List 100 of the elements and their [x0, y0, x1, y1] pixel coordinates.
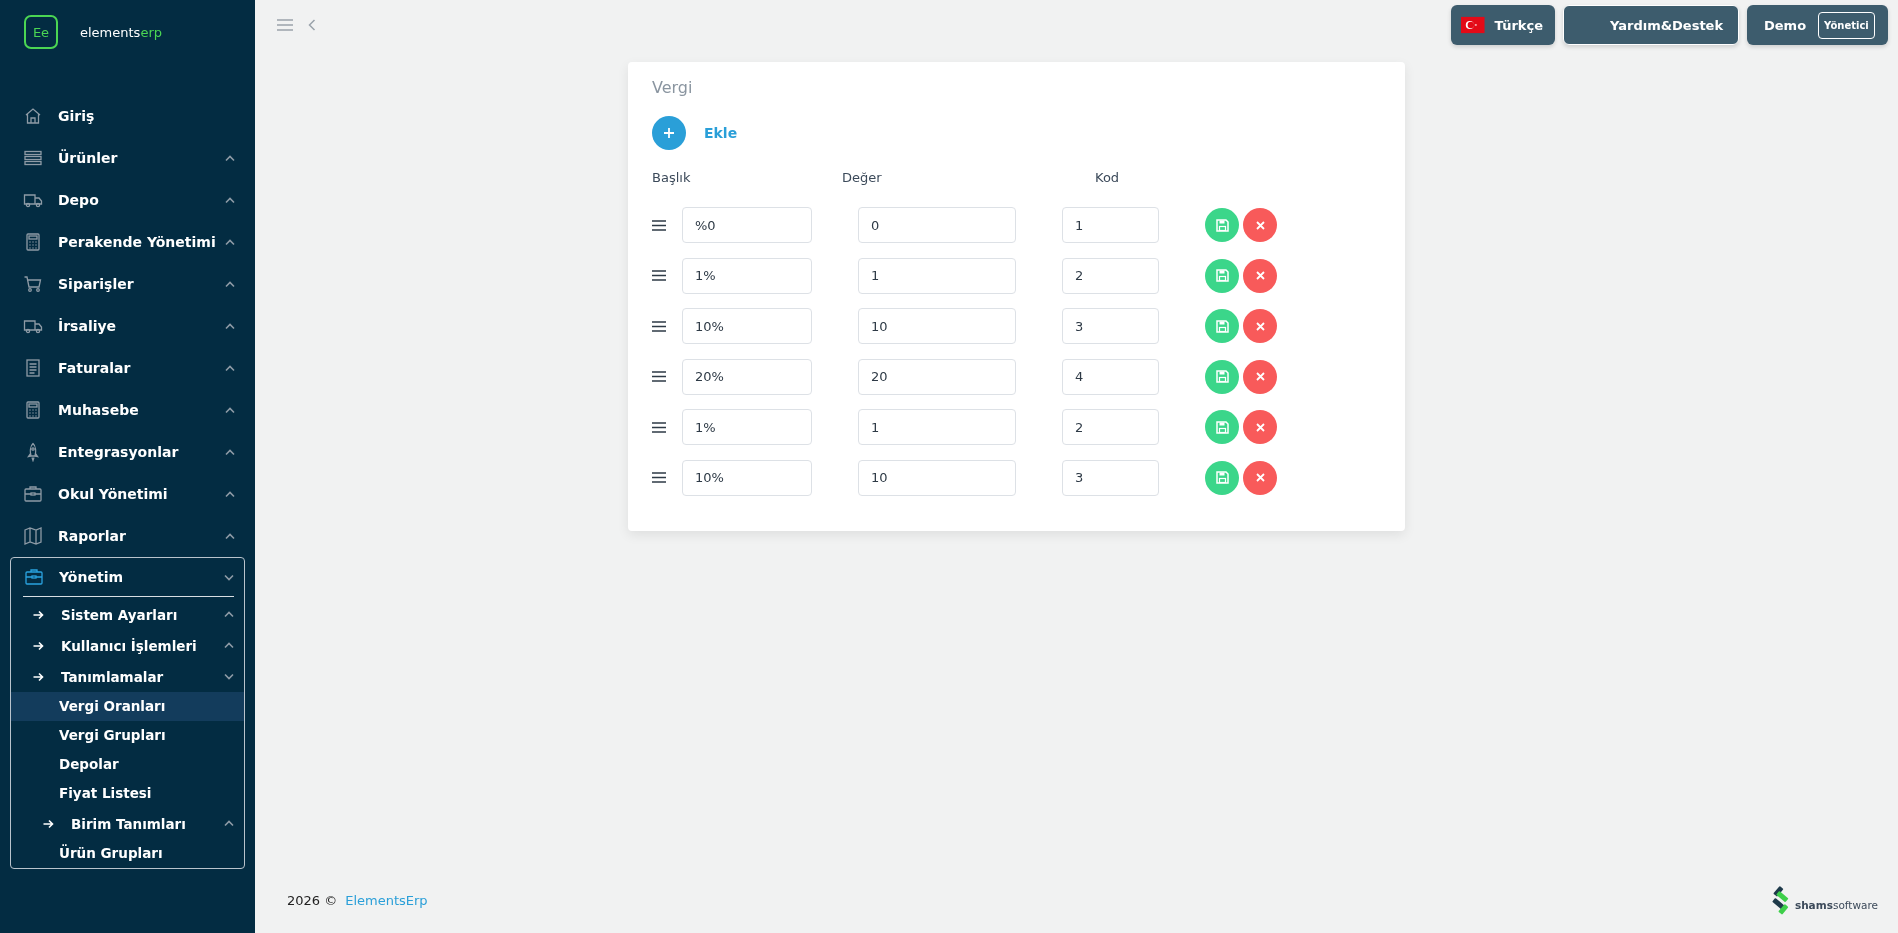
drag-handle-icon[interactable] — [652, 421, 666, 433]
title-input[interactable]: 10% — [682, 308, 812, 345]
logo-text: elementserp — [80, 25, 162, 40]
title-input[interactable]: 20% — [682, 358, 812, 395]
delete-button[interactable] — [1243, 359, 1277, 394]
arrow-right-icon — [33, 640, 44, 651]
menu-item[interactable]: Okul Yönetimi — [10, 473, 245, 515]
close-icon — [1255, 473, 1265, 483]
menu-link[interactable]: Fiyat Listesi — [11, 779, 244, 808]
column-header: Başlık — [652, 170, 692, 187]
value-input[interactable]: 1 — [858, 409, 1016, 446]
save-button[interactable] — [1205, 258, 1239, 293]
menu-item[interactable]: Ürünler — [10, 137, 245, 179]
user-name: Demo — [1764, 17, 1807, 33]
arrow-right-icon — [43, 818, 54, 829]
drag-handle-icon[interactable] — [652, 270, 666, 282]
chevron-up-icon — [224, 611, 234, 618]
chevron-up-icon — [224, 820, 234, 827]
role-button[interactable]: Yönetici — [1818, 11, 1875, 39]
brand-name: shamssoftware — [1794, 899, 1878, 911]
code-input[interactable]: 2 — [1062, 257, 1159, 294]
briefcase-icon — [23, 484, 43, 504]
menu-item[interactable]: Depo — [10, 179, 245, 221]
menu-item[interactable]: Faturalar — [10, 347, 245, 389]
code-input[interactable]: 3 — [1062, 308, 1159, 345]
save-button[interactable] — [1205, 208, 1239, 243]
title-input[interactable]: 10% — [682, 459, 812, 496]
delete-button[interactable] — [1243, 460, 1277, 495]
chevron-left-icon[interactable] — [308, 19, 316, 31]
menu-item[interactable]: Raporlar — [10, 515, 245, 557]
card-title: Vergi — [652, 78, 694, 99]
briefcase-icon — [24, 567, 44, 587]
drag-handle-icon[interactable] — [652, 320, 666, 332]
title-input[interactable]: %0 — [682, 207, 812, 244]
chevron-up-icon — [225, 532, 235, 540]
cart-icon — [23, 274, 43, 294]
close-icon — [1255, 372, 1265, 382]
close-icon — [1255, 220, 1265, 230]
value-input[interactable]: 1 — [858, 257, 1016, 294]
delete-button[interactable] — [1243, 309, 1277, 344]
document-icon — [23, 358, 43, 378]
column-header: Kod — [1095, 170, 1120, 187]
menu-item[interactable]: Perakende Yönetimi — [10, 221, 245, 263]
submenu-item[interactable]: Kullanıcı İşlemleri — [11, 630, 244, 661]
delete-button[interactable] — [1243, 208, 1277, 243]
value-input[interactable]: 10 — [858, 459, 1016, 496]
menu-item[interactable]: İrsaliye — [10, 305, 245, 347]
title-input[interactable]: 1% — [682, 409, 812, 446]
save-button[interactable] — [1205, 460, 1239, 495]
menu-link[interactable]: Vergi Grupları — [11, 721, 244, 750]
menu-link[interactable]: Depolar — [11, 750, 244, 779]
menu-link[interactable]: Vergi Oranları — [11, 692, 244, 721]
close-icon — [1255, 271, 1265, 281]
delete-button[interactable] — [1243, 258, 1277, 293]
chevron-up-icon — [225, 448, 235, 456]
delete-button[interactable] — [1243, 410, 1277, 445]
copyright-text: 2026 © — [287, 892, 338, 908]
menu-item[interactable]: Muhasebe — [10, 389, 245, 431]
value-input[interactable]: 20 — [858, 358, 1016, 395]
submenu-item[interactable]: Tanımlamalar — [11, 661, 244, 692]
chevron-up-icon — [225, 154, 235, 162]
chevron-up-icon — [225, 490, 235, 498]
arrow-right-icon — [33, 609, 44, 620]
chevron-up-icon — [224, 642, 234, 649]
drag-handle-icon[interactable] — [652, 472, 666, 484]
menu-item[interactable]: Yönetim — [11, 558, 244, 596]
menu-item[interactable]: Giriş — [10, 95, 245, 137]
save-button[interactable] — [1205, 410, 1239, 445]
submenu-item[interactable]: Sistem Ayarları — [11, 599, 244, 630]
language-button[interactable]: Türkçe — [1451, 5, 1555, 45]
chevron-up-icon — [225, 364, 235, 372]
save-button[interactable] — [1205, 359, 1239, 394]
chevron-up-icon — [225, 406, 235, 414]
submenu-item[interactable]: Birim Tanımları — [11, 808, 244, 839]
column-header: Değer — [842, 170, 883, 187]
value-input[interactable]: 0 — [858, 207, 1016, 244]
code-input[interactable]: 3 — [1062, 459, 1159, 496]
title-input[interactable]: 1% — [682, 257, 812, 294]
menu-link[interactable]: Ürün Grupları — [11, 839, 244, 868]
drag-handle-icon[interactable] — [652, 371, 666, 383]
chevron-down-icon — [224, 573, 234, 581]
code-input[interactable]: 2 — [1062, 409, 1159, 446]
save-button[interactable] — [1205, 309, 1239, 344]
menu-icon[interactable] — [277, 19, 293, 31]
code-input[interactable]: 4 — [1062, 358, 1159, 395]
chevron-up-icon — [225, 322, 235, 330]
plus-icon — [663, 127, 675, 139]
code-input[interactable]: 1 — [1062, 207, 1159, 244]
drag-handle-icon[interactable] — [652, 219, 666, 231]
menu-item[interactable]: Entegrasyonlar — [10, 431, 245, 473]
calculator-icon — [23, 400, 43, 420]
chevron-up-icon — [225, 280, 235, 288]
value-input[interactable]: 10 — [858, 308, 1016, 345]
menu-item[interactable]: Siparişler — [10, 263, 245, 305]
add-button[interactable] — [652, 116, 686, 150]
home-icon — [23, 106, 43, 126]
map-icon — [23, 526, 43, 546]
calculator-icon — [23, 232, 43, 252]
chevron-up-icon — [225, 238, 235, 246]
help-button[interactable]: Yardım&Destek — [1563, 5, 1739, 45]
